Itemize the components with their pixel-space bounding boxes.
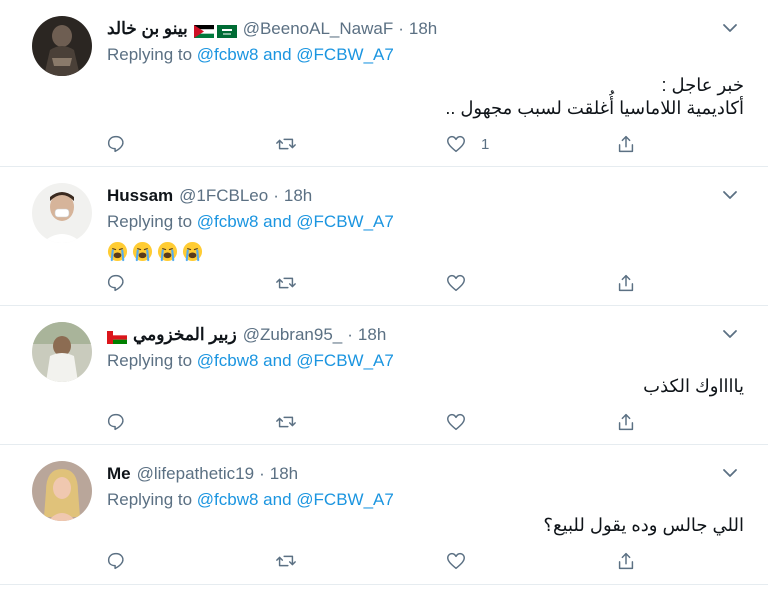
display-name[interactable]: Me <box>107 464 131 484</box>
tweet-text-line: خبر عاجل : <box>661 75 744 95</box>
timestamp[interactable]: 18h <box>270 464 298 484</box>
retweet-button[interactable] <box>275 270 297 296</box>
chevron-down-icon[interactable] <box>720 324 740 344</box>
handle[interactable]: @1FCBLeo <box>179 186 268 206</box>
oman-flag-icon <box>107 329 127 344</box>
reply-button[interactable] <box>105 409 127 435</box>
retweet-button[interactable] <box>275 131 297 157</box>
separator-dot: · <box>259 464 265 483</box>
handle[interactable]: @BeenoAL_NawaF <box>243 19 394 39</box>
retweet-icon <box>276 555 296 567</box>
share-button[interactable] <box>615 409 637 435</box>
handle[interactable]: @Zubran95_ <box>243 325 343 345</box>
replying-to-label: Replying to <box>107 351 193 370</box>
crying-face-icon <box>157 241 178 262</box>
share-icon <box>618 135 634 153</box>
avatar[interactable] <box>32 461 92 521</box>
reply-icon <box>107 413 124 431</box>
avatar[interactable] <box>32 322 92 382</box>
like-button[interactable]: 1 <box>445 131 489 157</box>
timestamp[interactable]: 18h <box>284 186 312 206</box>
retweet-icon <box>276 277 296 289</box>
separator-dot: · <box>273 186 279 205</box>
share-button[interactable] <box>615 270 637 296</box>
replying-to-label: Replying to <box>107 45 193 64</box>
reply-icon <box>107 552 124 570</box>
share-button[interactable] <box>615 548 637 574</box>
reply-icon <box>107 274 124 292</box>
retweet-button[interactable] <box>275 409 297 435</box>
chevron-down-icon[interactable] <box>720 18 740 38</box>
tweet-text-line: اللي جالس وده يقول للبيع؟ <box>543 515 744 535</box>
heart-icon <box>447 135 465 153</box>
share-icon <box>618 552 634 570</box>
reply-button[interactable] <box>105 131 127 157</box>
jordan-flag-icon <box>193 23 214 38</box>
like-button[interactable] <box>445 270 467 296</box>
replying-to: Replying to @fcbw8 and @FCBW_A7 <box>107 45 394 65</box>
reply-users-link[interactable]: @fcbw8 and @FCBW_A7 <box>197 351 394 370</box>
replying-to: Replying to @fcbw8 and @FCBW_A7 <box>107 351 394 371</box>
saudi-flag-icon <box>216 23 237 38</box>
reply-button[interactable] <box>105 548 127 574</box>
retweet-button[interactable] <box>275 548 297 574</box>
replying-to-label: Replying to <box>107 212 193 231</box>
tweet-text-line: يااااوك الكذب <box>643 376 744 396</box>
tweet-actions <box>105 548 645 574</box>
tweet-text: يااااوك الكذب <box>643 375 744 398</box>
tweet-text: اللي جالس وده يقول للبيع؟ <box>543 514 744 537</box>
tweet-item[interactable]: زبير المخزومي @Zubran95_ · 18h Replying … <box>0 306 768 445</box>
share-button[interactable] <box>615 131 637 157</box>
tweet-actions <box>105 270 645 296</box>
reply-users-link[interactable]: @fcbw8 and @FCBW_A7 <box>197 490 394 509</box>
replying-to-label: Replying to <box>107 490 193 509</box>
emoji-row <box>107 241 203 262</box>
tweet-actions: 1 <box>105 131 645 157</box>
tweet-feed: بينو بن خالد @BeenoAL_NawaF · 18h Replyi… <box>0 0 768 593</box>
like-button[interactable] <box>445 409 467 435</box>
share-icon <box>618 274 634 292</box>
display-name[interactable]: زبير المخزومي <box>133 325 237 345</box>
chevron-down-icon[interactable] <box>720 463 740 483</box>
replying-to: Replying to @fcbw8 and @FCBW_A7 <box>107 212 394 232</box>
separator-dot: · <box>398 19 404 38</box>
heart-icon <box>447 413 465 431</box>
handle[interactable]: @lifepathetic19 <box>137 464 254 484</box>
like-count: 1 <box>481 135 490 153</box>
retweet-icon <box>276 416 296 428</box>
tweet-item[interactable]: Me @lifepathetic19 · 18h Replying to @fc… <box>0 445 768 585</box>
share-icon <box>618 413 634 431</box>
crying-face-icon <box>107 241 128 262</box>
tweet-text: خبر عاجل : أكاديمية اللاماسيا أُغلقت لسب… <box>445 74 744 120</box>
replying-to: Replying to @fcbw8 and @FCBW_A7 <box>107 490 394 510</box>
crying-face-icon <box>132 241 153 262</box>
like-button[interactable] <box>445 548 467 574</box>
tweet-item[interactable]: Hussam @1FCBLeo · 18h Replying to @fcbw8… <box>0 167 768 306</box>
timestamp[interactable]: 18h <box>409 19 437 39</box>
heart-icon <box>447 274 465 292</box>
reply-users-link[interactable]: @fcbw8 and @FCBW_A7 <box>197 212 394 231</box>
chevron-down-icon[interactable] <box>720 185 740 205</box>
tweet-actions <box>105 409 645 435</box>
reply-icon <box>107 135 124 153</box>
display-name[interactable]: بينو بن خالد <box>107 19 188 39</box>
heart-icon <box>447 552 465 570</box>
reply-button[interactable] <box>105 270 127 296</box>
crying-face-icon <box>182 241 203 262</box>
tweet-item[interactable]: بينو بن خالد @BeenoAL_NawaF · 18h Replyi… <box>0 0 768 167</box>
retweet-icon <box>276 138 296 150</box>
timestamp[interactable]: 18h <box>358 325 386 345</box>
tweet-text-line: أكاديمية اللاماسيا أُغلقت لسبب مجهول .. <box>445 98 744 118</box>
separator-dot: · <box>347 325 353 344</box>
avatar[interactable] <box>32 183 92 243</box>
display-name[interactable]: Hussam <box>107 186 173 206</box>
reply-users-link[interactable]: @fcbw8 and @FCBW_A7 <box>197 45 394 64</box>
avatar[interactable] <box>32 16 92 76</box>
